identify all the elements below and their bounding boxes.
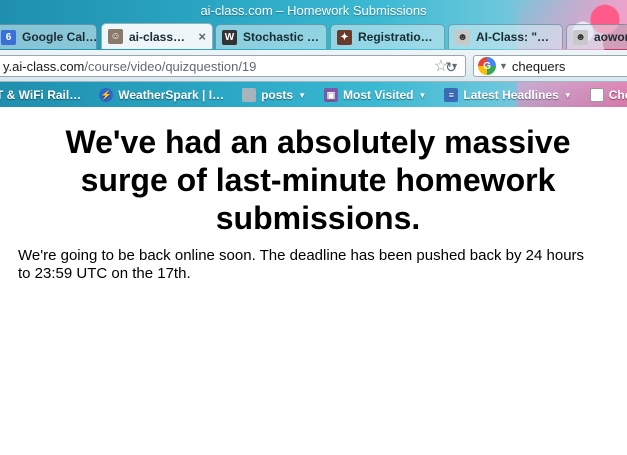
tab-registration[interactable]: ✦ Registratio… [330,24,445,49]
tab-ai-class[interactable]: ☺ ai-class… × [101,23,213,49]
chevron-down-icon[interactable]: ▼ [499,61,508,71]
bookmark-label: Chec [608,88,627,102]
status-message: We're going to be back online soon. The … [18,247,585,282]
address-bar[interactable]: y.ai-class.com /course/video/quizquestio… [0,55,466,77]
bookmark-rail[interactable]: T & WiFi Rail… [0,88,81,102]
bookmark-label: posts [261,88,294,102]
page-content: We've had an absolutely massive surge of… [0,107,627,455]
tab-aowor[interactable]: ☻ aowor [566,24,627,49]
tab-label: Google Cal… [22,30,97,44]
tab-label: AI-Class: "… [476,30,550,44]
google-icon[interactable]: G [478,57,496,75]
bookmark-label: T & WiFi Rail… [0,88,82,102]
tab-label: Stochastic … [243,30,320,44]
search-input[interactable]: G ▼ chequers [473,55,627,77]
bookmarks-bar: T & WiFi Rail… ⚡ WeatherSpark | I… posts… [0,83,627,107]
close-icon[interactable]: × [192,29,206,44]
tab-label: aowor [594,30,627,44]
window-title: ai-class.com – Homework Submissions [200,3,427,18]
robot-face-icon: ☺ [108,29,123,44]
url-host: y.ai-class.com [3,58,85,74]
wikipedia-icon: W [222,29,237,45]
bookmark-latest-headlines[interactable]: ≡ Latest Headlines ▼ [444,88,572,102]
reddit-icon: ☻ [455,29,470,45]
rss-icon: ≡ [444,88,459,102]
tab-stochastic[interactable]: W Stochastic … [215,24,327,49]
tab-strip: 6 Google Cal… ☺ ai-class… × W Stochastic… [0,22,627,49]
tab-ai-class-reddit[interactable]: ☻ AI-Class: "… [448,24,563,49]
calendar-icon: 6 [1,29,16,45]
reddit-icon: ☻ [573,29,588,45]
browser-chrome: ai-class.com – Homework Submissions 6 Go… [0,0,627,107]
lightning-icon: ⚡ [99,88,114,102]
chevron-down-icon: ▼ [298,90,307,100]
bookmark-label: Latest Headlines [463,88,559,102]
chevron-down-icon: ▼ [418,90,427,100]
folder-icon [242,88,257,102]
chevron-down-icon: ▼ [563,90,572,100]
search-value: chequers [511,58,566,74]
most-visited-icon: ▣ [324,88,339,102]
bookmark-label: Most Visited [343,88,414,102]
tab-google-calendar[interactable]: 6 Google Cal… [0,24,97,49]
page-headline: We've had an absolutely massive surge of… [65,124,571,236]
bookmark-folder-posts[interactable]: posts ▼ [242,88,306,102]
bookmark-weatherspark[interactable]: ⚡ WeatherSpark | I… [99,88,224,102]
bookmark-label: WeatherSpark | I… [118,88,225,102]
tab-label: ai-class… [129,29,186,44]
reload-icon[interactable]: ↻ [442,59,460,75]
tab-label: Registratio… [358,30,433,44]
bookmark-most-visited[interactable]: ▣ Most Visited ▼ [324,88,426,102]
page-icon [589,88,604,102]
registration-icon: ✦ [337,29,352,45]
bookmark-page[interactable]: Chec [589,88,627,102]
navigation-toolbar: y.ai-class.com /course/video/quizquestio… [0,50,627,82]
url-path: /course/video/quizquestion/19 [84,58,257,74]
